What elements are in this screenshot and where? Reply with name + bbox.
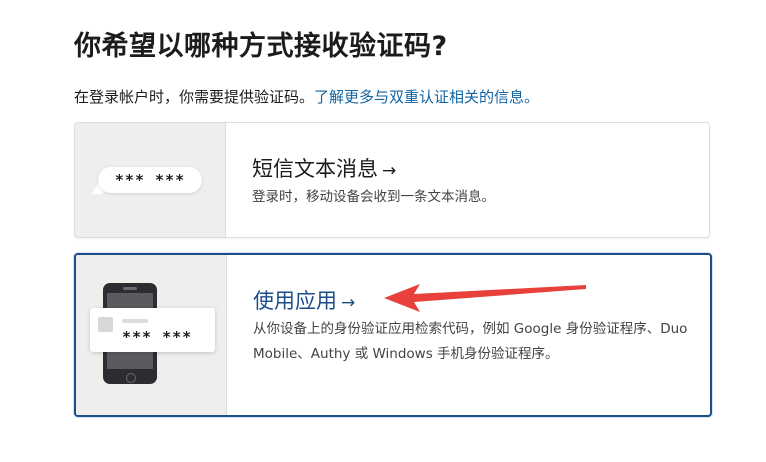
arrow-right-icon: → — [341, 293, 356, 313]
sms-option-description: 登录时，移动设备会收到一条文本消息。 — [252, 189, 495, 205]
phone-speaker — [123, 287, 137, 290]
app-illustration: *** *** — [76, 255, 227, 415]
app-option-card[interactable]: *** *** 使用应用 → 从你设备上的身份验证应用检索代码，例如 Google… — [74, 253, 712, 417]
code-card: *** *** — [90, 308, 215, 352]
sms-option-title-text: 短信文本消息 — [252, 157, 378, 181]
chat-bubble-code-icon: *** *** — [98, 167, 202, 193]
sms-option-card[interactable]: *** *** 短信文本消息 → 登录时，移动设备会收到一条文本消息。 — [74, 122, 710, 238]
red-arrow-icon — [384, 284, 586, 312]
sms-option-title[interactable]: 短信文本消息 → — [252, 153, 396, 183]
phone-home-button — [126, 373, 136, 383]
learn-more-link[interactable]: 了解更多与双重认证相关的信息。 — [314, 88, 539, 106]
label-placeholder — [122, 319, 148, 323]
app-option-title[interactable]: 使用应用 → — [253, 285, 355, 315]
subtitle-text: 在登录帐户时，你需要提供验证码。 — [74, 88, 315, 106]
code-text: *** *** — [122, 328, 193, 346]
page-subtitle: 在登录帐户时，你需要提供验证码。了解更多与双重认证相关的信息。 — [74, 86, 539, 107]
sms-illustration: *** *** — [75, 123, 226, 237]
app-option-description: 从你设备上的身份验证应用检索代码，例如 Google 身份验证程序、Duo Mo… — [253, 321, 688, 362]
app-option-title-text: 使用应用 — [253, 289, 337, 313]
app-icon-placeholder — [98, 317, 113, 332]
arrow-right-icon: → — [382, 161, 397, 181]
page-title: 你希望以哪种方式接收验证码? — [74, 31, 448, 62]
app-option-content: 使用应用 → 从你设备上的身份验证应用检索代码，例如 Google 身份验证程序、… — [227, 255, 710, 415]
sms-option-content: 短信文本消息 → 登录时，移动设备会收到一条文本消息。 — [226, 123, 709, 237]
